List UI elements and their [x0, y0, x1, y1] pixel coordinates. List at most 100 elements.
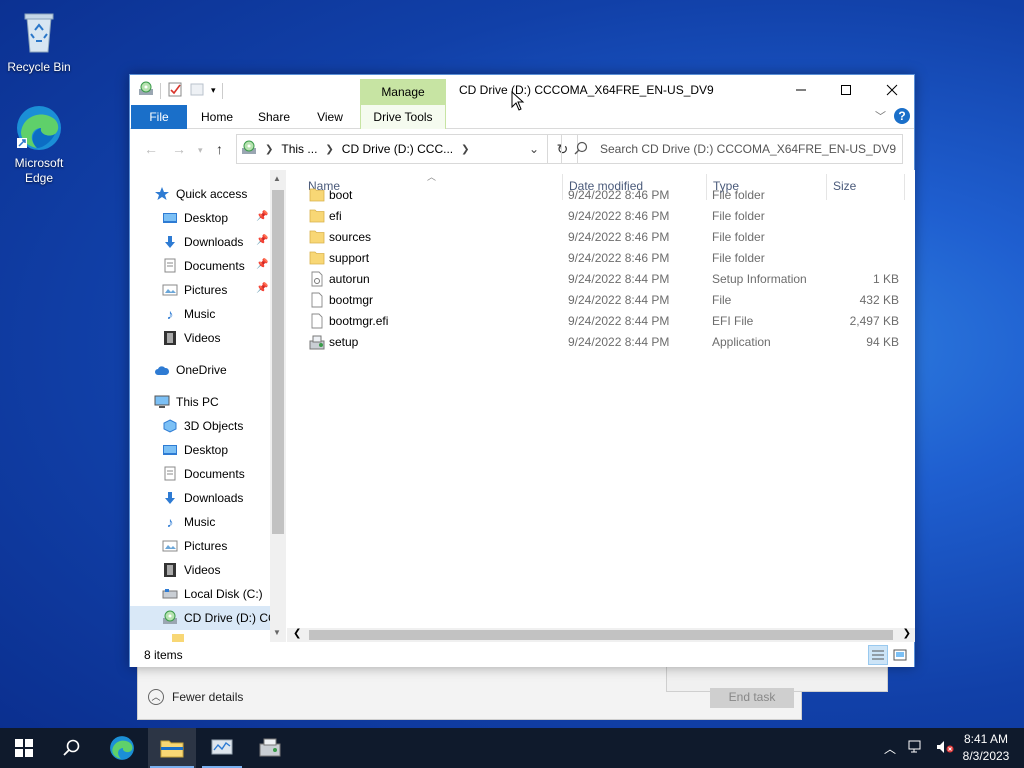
details-view-button[interactable] [868, 645, 888, 665]
nav-onedrive[interactable]: OneDrive [130, 358, 270, 382]
recent-locations-icon[interactable]: ▾ [198, 145, 203, 156]
desktop-icon-recycle-bin[interactable]: Recycle Bin [1, 8, 77, 75]
file-row[interactable]: support 9/24/2022 8:46 PM File folder [287, 248, 915, 269]
scrollbar-thumb[interactable] [309, 630, 893, 640]
file-row[interactable]: autorun 9/24/2022 8:44 PM Setup Informatio… [287, 269, 915, 290]
file-row[interactable]: bootmgr 9/24/2022 8:44 PM File 432 KB [287, 290, 915, 311]
scroll-down-arrow-icon[interactable]: ▼ [273, 628, 281, 637]
scroll-left-arrow-icon[interactable]: ❮ [293, 628, 301, 639]
expand-ribbon-icon[interactable]: ﹀ [875, 108, 886, 124]
file-name: autorun [329, 272, 370, 286]
file-row[interactable]: bootmgr.efi 9/24/2022 8:44 PM EFI File 2,49… [287, 311, 915, 332]
start-button[interactable] [0, 728, 48, 768]
end-task-button[interactable]: End task [710, 688, 794, 708]
nav-pc-videos[interactable]: Videos [130, 558, 270, 582]
breadcrumb-chevron-icon[interactable]: ❯ [325, 144, 333, 155]
pin-icon[interactable]: 📌 [256, 211, 268, 222]
scroll-up-arrow-icon[interactable]: ▲ [273, 174, 281, 183]
file-row[interactable]: efi 9/24/2022 8:46 PM File folder [287, 206, 915, 227]
maximize-button[interactable] [823, 75, 869, 105]
fewer-details-button[interactable]: ︿ Fewer details [148, 689, 243, 705]
nav-qa-pictures[interactable]: Pictures 📌 [130, 278, 270, 302]
up-arrow-icon[interactable]: ↑ [216, 141, 223, 157]
nav-pc-documents[interactable]: Documents [130, 462, 270, 486]
desktop-icon-label: Microsoft Edge [14, 156, 64, 185]
network-icon[interactable] [908, 740, 924, 757]
nav-qa-music[interactable]: ♪ Music [130, 302, 270, 326]
tab-view[interactable]: View [306, 105, 354, 129]
file-date: 9/24/2022 8:44 PM [568, 293, 670, 307]
cd-drive-icon [162, 610, 178, 626]
taskbar-file-explorer-button[interactable] [148, 728, 196, 768]
nav-pc-3d-objects[interactable]: 3D Objects [130, 414, 270, 438]
new-folder-icon[interactable] [189, 81, 205, 100]
folder-icon [309, 187, 325, 203]
volume-muted-icon[interactable] [936, 740, 954, 757]
nav-pc-pictures[interactable]: Pictures [130, 534, 270, 558]
back-arrow-icon[interactable]: ← [144, 141, 158, 157]
breadcrumb-chevron-icon[interactable]: ❯ [265, 144, 273, 155]
folder-icon [309, 229, 325, 245]
pin-icon[interactable]: 📌 [256, 235, 268, 246]
breadcrumb-this-pc[interactable]: This ... [281, 142, 317, 156]
taskbar-setup-button[interactable] [246, 728, 294, 768]
address-bar[interactable]: ❯ This ... ❯ CD Drive (D:) CCC... ❯ ⌄ [236, 134, 548, 164]
drive-icon[interactable] [138, 81, 154, 100]
properties-icon[interactable] [167, 81, 183, 100]
nav-quick-access[interactable]: Quick access [130, 182, 270, 206]
nav-qa-desktop[interactable]: Desktop 📌 [130, 206, 270, 230]
nav-label: Downloads [184, 235, 244, 249]
file-row[interactable]: sources 9/24/2022 8:46 PM File folder [287, 227, 915, 248]
nav-qa-documents[interactable]: Documents 📌 [130, 254, 270, 278]
documents-icon [162, 466, 178, 482]
computer-icon [154, 394, 170, 410]
windows-logo-icon [15, 739, 33, 757]
nav-pc-music[interactable]: ♪ Music [130, 510, 270, 534]
navigation-bar: ← → ▾ ↑ ❯ This ... ❯ CD Drive (D:) CCC..… [130, 130, 914, 170]
nav-pane-scrollbar[interactable]: ▲ ▼ [270, 170, 286, 642]
taskbar-edge-button[interactable] [98, 728, 146, 768]
file-list-horizontal-scrollbar[interactable]: ❮ ❯ [287, 628, 915, 642]
large-icons-view-button[interactable] [890, 645, 910, 665]
nav-pc-downloads[interactable]: Downloads [130, 486, 270, 510]
folder-icon [160, 740, 184, 758]
taskbar-clock[interactable]: 8:41 AM 8/3/2023 [954, 731, 1018, 765]
tab-share[interactable]: Share [248, 105, 300, 129]
help-icon[interactable]: ? [894, 108, 910, 124]
scroll-right-arrow-icon[interactable]: ❯ [903, 628, 911, 639]
nav-qa-videos[interactable]: Videos [130, 326, 270, 350]
quick-access-toolbar: ▾ [138, 81, 223, 100]
forward-arrow-icon[interactable]: → [172, 141, 186, 157]
search-icon [63, 739, 80, 756]
scrollbar-thumb[interactable] [272, 190, 284, 534]
breadcrumb-cd-drive[interactable]: CD Drive (D:) CCC... [342, 142, 453, 156]
customize-qat-icon[interactable]: ▾ [211, 85, 216, 96]
file-name: sources [329, 230, 372, 244]
tab-drive-tools[interactable]: Drive Tools [360, 105, 446, 129]
address-dropdown-icon[interactable]: ⌄ [529, 142, 539, 156]
file-date: 9/24/2022 8:46 PM [568, 251, 670, 265]
tab-file[interactable]: File [131, 105, 187, 129]
nav-qa-downloads[interactable]: Downloads 📌 [130, 230, 270, 254]
pin-icon[interactable]: 📌 [256, 259, 268, 270]
breadcrumb-chevron-icon[interactable]: ❯ [461, 144, 469, 155]
close-icon [886, 84, 898, 96]
clock-date: 8/3/2023 [962, 749, 1010, 763]
manage-tab-group: Manage [360, 79, 446, 105]
nav-this-pc[interactable]: This PC [130, 390, 270, 414]
minimize-button[interactable] [778, 75, 824, 105]
close-button[interactable] [869, 75, 915, 105]
nav-pc-cd-drive[interactable]: CD Drive (D:) CC [130, 606, 277, 630]
pin-icon[interactable]: 📌 [256, 283, 268, 294]
taskbar-search-button[interactable] [48, 728, 96, 768]
file-row[interactable]: setup 9/24/2022 8:44 PM Application 94 KB [287, 332, 915, 353]
mouse-cursor-icon [511, 90, 525, 114]
nav-pc-local-disk[interactable]: Local Disk (C:) [130, 582, 270, 606]
search-box[interactable]: Search CD Drive (D:) CCCOMA_X64FRE_EN-US… [561, 134, 903, 164]
nav-pc-desktop[interactable]: Desktop [130, 438, 270, 462]
show-hidden-icons-icon[interactable]: ︿ [884, 740, 896, 757]
taskbar-task-manager-button[interactable] [198, 728, 246, 768]
desktop-icon-edge[interactable]: Microsoft Edge [1, 104, 77, 186]
tab-home[interactable]: Home [192, 105, 242, 129]
file-row[interactable]: boot 9/24/2022 8:46 PM File folder [287, 185, 915, 206]
